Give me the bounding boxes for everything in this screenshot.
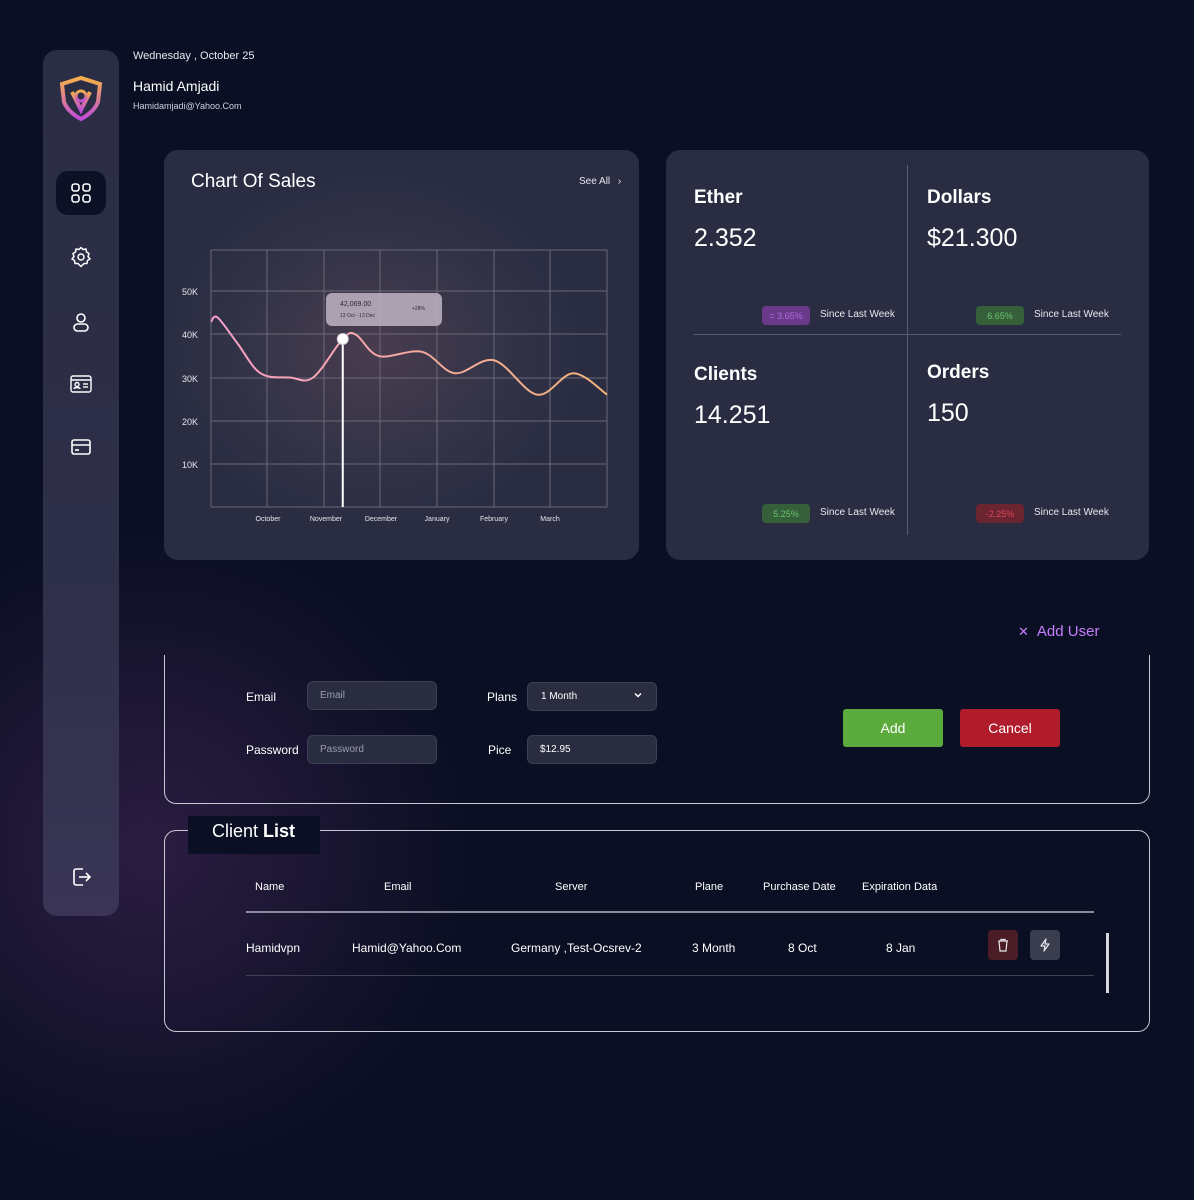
client-list-title: Client List — [188, 816, 320, 854]
sales-line-chart: 50K 40K 30K 20K 10K October November December Ja… — [182, 249, 608, 523]
sidebar-item-billing[interactable] — [56, 425, 106, 469]
chart-tooltip: 42,069.00 13 Oct - 13 Dec +28% — [326, 293, 442, 326]
y-tick-label: 30K — [182, 374, 198, 384]
credit-card-icon — [71, 439, 91, 455]
table-scrollbar[interactable] — [1106, 933, 1109, 993]
stats-card: Ether 2.352 = 3.65% Since Last Week Doll… — [666, 150, 1149, 560]
column-header-expiration-date: Expiration Data — [862, 881, 938, 893]
stat-clients-since: Since Last Week — [820, 507, 895, 518]
sidebar-item-dashboard[interactable] — [56, 171, 106, 215]
email-field[interactable] — [307, 681, 437, 710]
y-tick-label: 40K — [182, 330, 198, 340]
column-header-purchase-date: Purchase Date — [763, 881, 836, 893]
x-tick-label: January — [425, 516, 450, 523]
sidebar-item-contacts[interactable] — [56, 362, 106, 406]
stat-dollars-badge: 6.65% — [976, 306, 1024, 325]
stats-divider-vertical — [907, 165, 908, 535]
logout-button[interactable] — [56, 855, 106, 899]
stat-orders-label: Orders — [927, 362, 990, 383]
column-header-server: Server — [555, 881, 588, 893]
client-list-title-bold: List — [263, 821, 296, 841]
sales-chart-card: Chart Of Sales See All › 50K 40K 30K 20K 10K… — [164, 150, 639, 560]
activate-button[interactable] — [1030, 930, 1060, 960]
id-card-icon — [70, 375, 92, 393]
gear-icon — [71, 246, 91, 268]
client-list-title-regular: Client — [212, 821, 259, 841]
tooltip-value: 42,069.00 — [340, 301, 372, 308]
password-label: Password — [246, 743, 299, 757]
row-divider — [246, 975, 1094, 976]
close-icon: ✕ — [1018, 624, 1029, 639]
dashboard-icon — [71, 183, 91, 203]
user-email: Hamidamjadi@Yahoo.Com — [133, 101, 242, 111]
cell-email: Hamid@Yahoo.Com — [352, 941, 462, 955]
email-label: Email — [246, 690, 277, 704]
add-button[interactable]: Add — [843, 709, 943, 747]
delete-button[interactable] — [988, 930, 1018, 960]
password-field[interactable] — [307, 735, 437, 764]
cancel-button[interactable]: Cancel — [960, 709, 1060, 747]
tooltip-change: +28% — [412, 306, 425, 312]
lightning-icon — [1040, 938, 1050, 952]
chevron-down-icon — [633, 690, 643, 703]
stat-dollars-label: Dollars — [927, 187, 992, 208]
current-date: Wednesday , October 25 — [133, 50, 255, 62]
stat-orders-since: Since Last Week — [1034, 507, 1109, 518]
cell-name: Hamidvpn — [246, 941, 301, 955]
stat-ether-badge: = 3.65% — [762, 306, 810, 325]
stats-divider-horizontal — [694, 334, 1121, 335]
add-user-toggle[interactable]: ✕ Add User — [1018, 623, 1099, 640]
logout-icon — [73, 868, 92, 886]
table-header-divider — [246, 911, 1094, 913]
cell-server: Germany ,Test-Ocsrev-2 — [511, 941, 642, 955]
plans-select[interactable]: 1 Month — [527, 682, 657, 711]
price-field[interactable] — [527, 735, 657, 764]
price-label: Pice — [488, 743, 512, 757]
column-header-email: Email — [384, 881, 412, 893]
sidebar-item-profile[interactable] — [56, 300, 106, 344]
x-tick-label: December — [365, 516, 398, 523]
y-tick-label: 50K — [182, 287, 198, 297]
cell-expiration-date: 8 Jan — [886, 941, 916, 955]
column-header-name: Name — [255, 881, 285, 893]
sales-series-line — [210, 315, 608, 396]
sidebar-item-settings[interactable] — [56, 235, 106, 279]
user-icon — [73, 313, 89, 332]
stat-dollars-since: Since Last Week — [1034, 309, 1109, 320]
x-tick-label: October — [256, 516, 282, 523]
trash-icon — [998, 938, 1008, 952]
user-name: Hamid Amjadi — [133, 78, 220, 94]
stat-orders-value: 150 — [927, 399, 969, 427]
highlight-point[interactable] — [336, 332, 349, 345]
plans-selected-value: 1 Month — [541, 691, 578, 702]
stat-orders-badge: -2.25% — [976, 504, 1024, 523]
stat-clients-badge: 5.25% — [762, 504, 810, 523]
x-tick-label: March — [540, 516, 560, 523]
y-tick-label: 10K — [182, 460, 198, 470]
cell-plan: 3 Month — [692, 941, 736, 955]
cell-purchase-date: 8 Oct — [788, 941, 817, 955]
tooltip-range: 13 Oct - 13 Dec — [340, 313, 376, 319]
stat-ether-since: Since Last Week — [820, 309, 895, 320]
y-tick-label: 20K — [182, 417, 198, 427]
logo-icon — [57, 74, 105, 122]
x-tick-label: November — [310, 516, 343, 523]
stat-ether-label: Ether — [694, 187, 743, 208]
x-tick-label: February — [480, 516, 509, 523]
add-user-label: Add User — [1036, 623, 1100, 640]
sidebar — [43, 50, 119, 916]
stat-clients-label: Clients — [694, 364, 758, 385]
stat-dollars-value: $21.300 — [927, 224, 1018, 252]
column-header-plan: Plane — [695, 881, 724, 893]
stat-ether-value: 2.352 — [694, 224, 757, 252]
plans-label: Plans — [487, 690, 518, 704]
stat-clients-value: 14.251 — [694, 401, 771, 429]
